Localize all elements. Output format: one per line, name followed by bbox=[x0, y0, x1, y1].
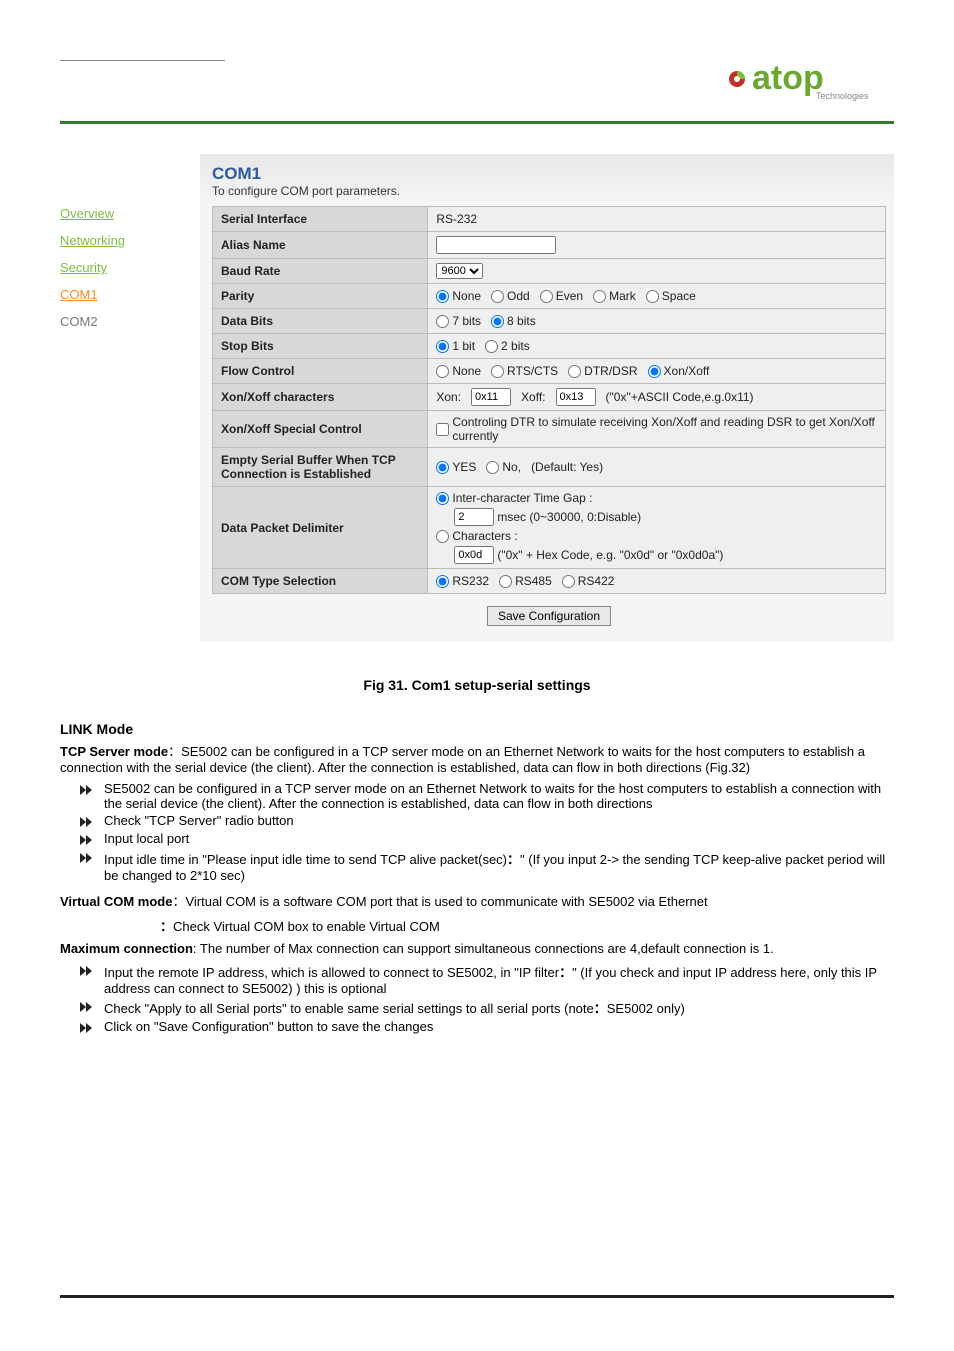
label-xonxoff-chars: Xon/Xoff characters bbox=[213, 384, 428, 411]
xonxoff-special-text: Controling DTR to simulate receiving Xon… bbox=[452, 415, 877, 443]
label-flow-control: Flow Control bbox=[213, 359, 428, 384]
delim-gap-input[interactable] bbox=[454, 508, 494, 526]
brand-logo: atop Technologies bbox=[724, 55, 894, 108]
value-serial-interface: RS-232 bbox=[428, 207, 886, 232]
empty-default-hint: (Default: Yes) bbox=[531, 460, 603, 474]
comtype-232[interactable] bbox=[436, 575, 449, 588]
delim-chars-input[interactable] bbox=[454, 546, 494, 564]
databits-7[interactable] bbox=[436, 315, 449, 328]
alias-input[interactable] bbox=[436, 236, 556, 254]
databits-8[interactable] bbox=[491, 315, 504, 328]
arrow-icon bbox=[78, 815, 92, 829]
tcp-server-text: ：SE5002 can be configured in a TCP serve… bbox=[60, 744, 865, 775]
arrow-icon bbox=[78, 964, 92, 978]
arrow-icon bbox=[78, 851, 92, 865]
comtype-group: RS232 RS485 RS422 bbox=[436, 574, 877, 588]
virtual-com-text: ：Virtual COM is a software COM port that… bbox=[172, 894, 707, 909]
comtype-422[interactable] bbox=[562, 575, 575, 588]
label-empty-buffer: Empty Serial Buffer When TCP Connection … bbox=[213, 448, 428, 487]
save-button[interactable]: Save Configuration bbox=[487, 606, 611, 626]
label-alias-name: Alias Name bbox=[213, 232, 428, 259]
bullet-3: Input local port bbox=[104, 831, 189, 846]
arrow-icon bbox=[78, 1021, 92, 1035]
baud-select[interactable]: 9600 bbox=[436, 263, 483, 279]
link-mode-heading: LINK Mode bbox=[60, 721, 894, 737]
bullet-1: SE5002 can be configured in a TCP server… bbox=[104, 781, 894, 811]
flow-dtrdsr[interactable] bbox=[568, 365, 581, 378]
bullet-5: Input the remote IP address, which is al… bbox=[104, 962, 894, 996]
parity-even[interactable] bbox=[540, 290, 553, 303]
max-conn-label: Maximum connection bbox=[60, 941, 193, 956]
sidebar-item-networking[interactable]: Networking bbox=[60, 233, 200, 248]
parity-mark[interactable] bbox=[593, 290, 606, 303]
sidebar-item-com1[interactable]: COM1 bbox=[60, 287, 200, 302]
label-data-bits: Data Bits bbox=[213, 309, 428, 334]
arrow-icon bbox=[78, 833, 92, 847]
xoff-input[interactable] bbox=[556, 388, 596, 406]
stopbits-1[interactable] bbox=[436, 340, 449, 353]
xon-input[interactable] bbox=[471, 388, 511, 406]
max-conn-text: : The number of Max connection can suppo… bbox=[193, 941, 774, 956]
tcp-server-label: TCP Server mode bbox=[60, 744, 168, 759]
label-parity: Parity bbox=[213, 284, 428, 309]
stopbits-group: 1 bit 2 bits bbox=[436, 339, 877, 353]
flow-group: None RTS/CTS DTR/DSR Xon/Xoff bbox=[436, 364, 877, 378]
page-subtitle: To configure COM port parameters. bbox=[212, 184, 886, 198]
sidebar-item-security[interactable]: Security bbox=[60, 260, 200, 275]
sidebar-item-overview[interactable]: Overview bbox=[60, 206, 200, 221]
label-com-type: COM Type Selection bbox=[213, 569, 428, 594]
parity-group: None Odd Even Mark Space bbox=[436, 289, 877, 303]
xonxoff-hint: ("0x"+ASCII Code,e.g.0x11) bbox=[606, 390, 754, 404]
xonxoff-special-checkbox[interactable] bbox=[436, 423, 449, 436]
flow-rtscts[interactable] bbox=[491, 365, 504, 378]
delim-gap-radio[interactable] bbox=[436, 492, 449, 505]
bullet-4: Input idle time in "Please input idle ti… bbox=[104, 849, 894, 883]
bullet-6: Check "Apply to all Serial ports" to ena… bbox=[104, 998, 685, 1017]
svg-text:Technologies: Technologies bbox=[816, 91, 869, 101]
stopbits-2[interactable] bbox=[485, 340, 498, 353]
sidebar-item-com2[interactable]: COM2 bbox=[60, 314, 200, 329]
svg-text:atop: atop bbox=[752, 59, 824, 97]
comtype-485[interactable] bbox=[499, 575, 512, 588]
label-xonxoff-special: Xon/Xoff Special Control bbox=[213, 411, 428, 448]
bullet-7: Click on "Save Configuration" button to … bbox=[104, 1019, 433, 1034]
sidebar: Overview Networking Security COM1 COM2 bbox=[60, 154, 200, 642]
flow-xonxoff[interactable] bbox=[648, 365, 661, 378]
parity-space[interactable] bbox=[646, 290, 659, 303]
label-baud-rate: Baud Rate bbox=[213, 259, 428, 284]
parity-none[interactable] bbox=[436, 290, 449, 303]
arrow-icon bbox=[78, 783, 92, 797]
label-stop-bits: Stop Bits bbox=[213, 334, 428, 359]
parity-odd[interactable] bbox=[491, 290, 504, 303]
empty-no[interactable] bbox=[486, 461, 499, 474]
empty-yes[interactable] bbox=[436, 461, 449, 474]
content-panel: COM1 To configure COM port parameters. S… bbox=[200, 154, 894, 642]
virtual-com-line: Check Virtual COM box to enable Virtual … bbox=[173, 919, 440, 934]
page-title: COM1 bbox=[212, 164, 886, 184]
config-table: Serial Interface RS-232 Alias Name Baud … bbox=[212, 206, 886, 594]
flow-none[interactable] bbox=[436, 365, 449, 378]
databits-group: 7 bits 8 bits bbox=[436, 314, 877, 328]
label-delimiter: Data Packet Delimiter bbox=[213, 487, 428, 569]
virtual-com-label: Virtual COM mode bbox=[60, 894, 172, 909]
figure-caption: Fig 31. Com1 setup-serial settings bbox=[60, 677, 894, 693]
arrow-icon bbox=[78, 1000, 92, 1014]
bullet-2: Check "TCP Server" radio button bbox=[104, 813, 294, 828]
delim-chars-radio[interactable] bbox=[436, 530, 449, 543]
label-serial-interface: Serial Interface bbox=[213, 207, 428, 232]
